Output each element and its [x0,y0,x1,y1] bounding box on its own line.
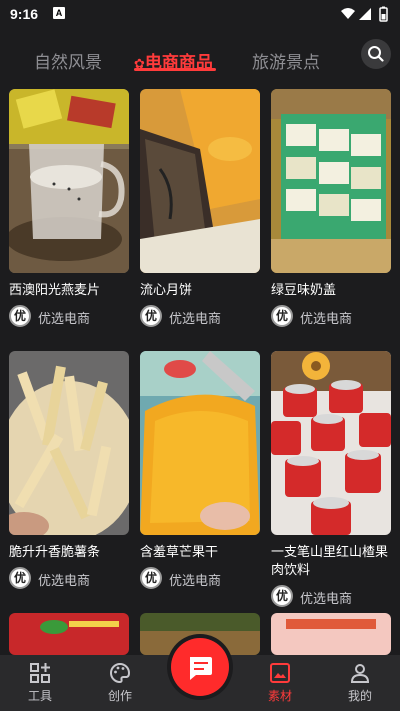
shop-logo-icon: 优 [9,305,31,327]
product-title: 含羞草芒果干 [140,544,219,559]
product-title: 西澳阳光燕麦片 [9,282,101,297]
product-image-fries [9,351,129,535]
product-image-hawthorn-drink [271,351,391,535]
shop-info[interactable]: 优 优选电商 [140,305,260,327]
status-bar: 9:16 A [0,0,400,28]
product-card[interactable]: 一支笔山里红山楂果肉饮料 优 优选电商 [271,351,391,607]
battery-icon [379,6,388,22]
shop-info[interactable]: 优 优选电商 [271,305,391,327]
nav-item-create[interactable]: 创作 [80,655,160,711]
product-card[interactable]: 西澳阳光燕麦片 优 优选电商 [9,89,129,327]
notification-a-icon: A [53,7,65,19]
status-icons [341,6,388,22]
shop-logo-icon: 优 [271,585,293,607]
nav-item-tools[interactable]: 工具 [0,655,80,711]
shop-info[interactable]: 优 优选电商 [140,567,260,589]
nav-label: 工具 [27,689,52,703]
product-title: 流心月饼 [140,282,193,297]
tab-natural-scenery[interactable]: 自然风景 [34,48,102,73]
search-icon [368,46,384,62]
shop-name: 优选电商 [300,311,353,326]
shop-name: 优选电商 [38,311,91,326]
product-image-partial [271,613,391,655]
product-card-partial[interactable] [271,613,391,655]
shop-logo-icon: 优 [140,567,162,589]
shop-info[interactable]: 优 优选电商 [9,567,129,589]
image-icon [270,663,290,683]
shop-name: 优选电商 [169,311,222,326]
nav-label: 素材 [267,689,292,703]
shop-info[interactable]: 优 优选电商 [271,585,391,607]
product-image-mango [140,351,260,535]
search-button[interactable] [361,39,391,69]
tab-tourist-spots[interactable]: 旅游景点 [252,48,320,73]
shop-name: 优选电商 [38,573,91,588]
signal-icon [359,8,371,20]
grid-plus-icon [30,663,50,683]
product-image-oatmeal [9,89,129,273]
status-time: 9:16 [10,6,39,22]
product-card[interactable]: 含羞草芒果干 优 优选电商 [140,351,260,589]
message-icon [190,657,212,680]
active-tab-indicator [134,68,216,71]
shop-logo-icon: 优 [271,305,293,327]
product-title: 一支笔山里红山楂果肉饮料 [271,544,389,577]
product-image-mungbean [271,89,391,273]
product-title: 脆升升香脆薯条 [9,544,101,559]
product-title: 绿豆味奶盖 [271,282,337,297]
shop-name: 优选电商 [300,591,353,606]
shop-name: 优选电商 [169,573,222,588]
center-action-button[interactable] [171,638,229,696]
product-card[interactable]: 流心月饼 优 优选电商 [140,89,260,327]
product-card-partial[interactable] [9,613,129,655]
product-card[interactable]: 绿豆味奶盖 优 优选电商 [271,89,391,327]
nav-item-mine[interactable]: 我的 [320,655,400,711]
product-card[interactable]: 脆升升香脆薯条 优 优选电商 [9,351,129,589]
nav-label: 我的 [347,689,372,703]
nav-item-materials[interactable]: 素材 [240,655,320,711]
wifi-icon [341,8,355,19]
person-icon [350,664,370,683]
palette-icon [110,662,131,684]
category-tabs: 自然风景 ✿电商商品 旅游景点 [0,28,400,84]
product-grid: 西澳阳光燕麦片 优 优选电商 流心月饼 优 优选电商 绿豆味奶盖 优 优选电商 … [0,84,400,655]
product-image-mooncake [140,89,260,273]
nav-label: 创作 [107,689,132,703]
product-image-partial [9,613,129,655]
shop-logo-icon: 优 [9,567,31,589]
shop-info[interactable]: 优 优选电商 [9,305,129,327]
shop-logo-icon: 优 [140,305,162,327]
